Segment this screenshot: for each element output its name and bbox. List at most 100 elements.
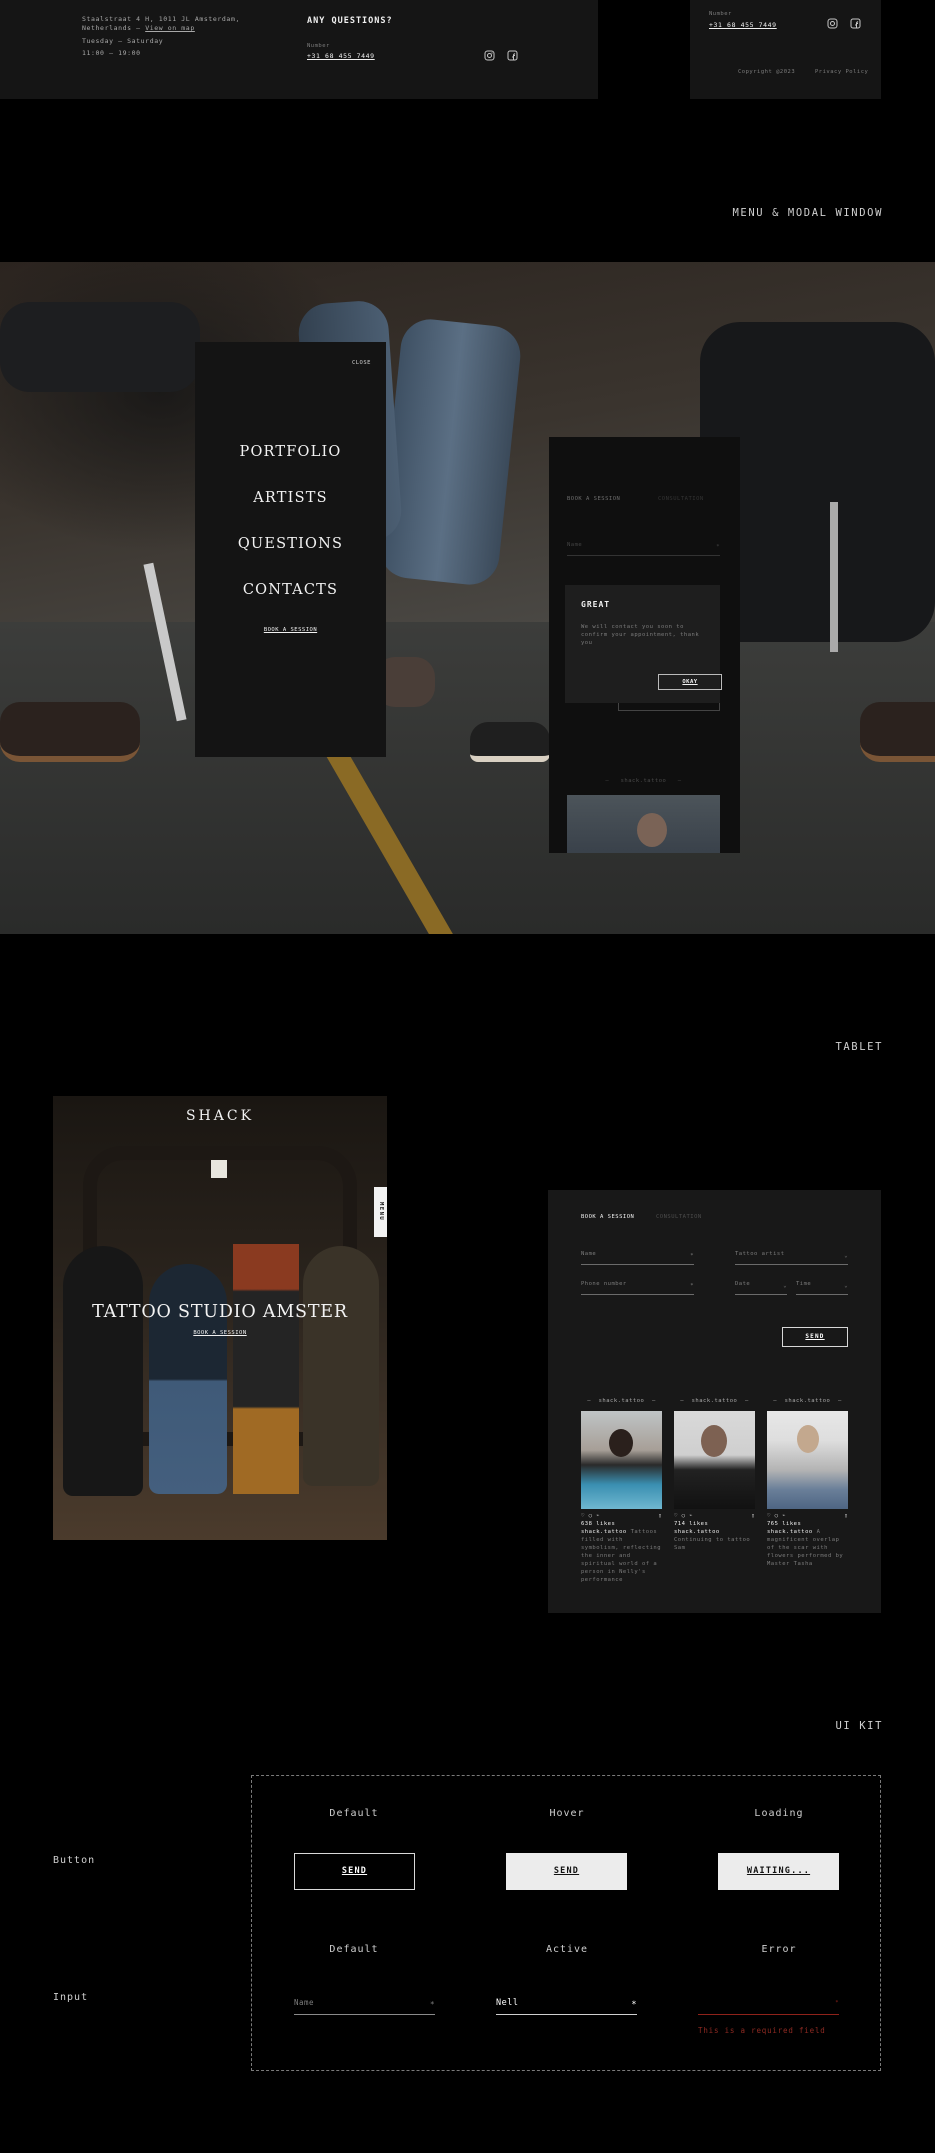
phone-link[interactable]: +31 68 455 7449 [709, 21, 777, 30]
tab-book-session[interactable]: BOOK A SESSION [567, 495, 620, 503]
popup-title: GREAT [581, 600, 611, 609]
tab-book-session[interactable]: BOOK A SESSION [581, 1213, 634, 1221]
tablet-hero-title: TATTOO STUDIO AMSTER [92, 1302, 348, 1322]
walking-person [149, 1264, 227, 1494]
name-placeholder: Name [581, 1251, 597, 1257]
privacy-policy-link[interactable]: Privacy Policy [815, 68, 868, 76]
menu-tab-label: MENU [378, 1202, 384, 1222]
insta-handle: — shack.tattoo — [773, 1398, 842, 1404]
date-placeholder: Date [735, 1281, 751, 1287]
menu-item-questions[interactable]: QUESTIONS [195, 536, 386, 552]
footer-mobile: Number +31 68 455 7449 Copyright @2023 P… [690, 0, 881, 99]
button-edge [618, 703, 720, 711]
insta-photo [567, 795, 720, 853]
instagram-icon[interactable] [484, 50, 495, 61]
phone-field[interactable]: Phone number * [581, 1281, 694, 1295]
name-placeholder: Name [567, 542, 583, 548]
post-user: shack.tattoo [767, 1529, 813, 1535]
date-select[interactable]: Date ⌄ [735, 1281, 787, 1295]
state-label: Active [545, 1944, 589, 1955]
input-error[interactable]: * [698, 1998, 839, 2015]
insta-post: — shack.tattoo — ♡ ◯ ➢ ▯ 638 likes shack.… [581, 1397, 662, 1584]
required-mark: * [631, 2000, 637, 2010]
footer-desktop: Staalstraat 4 H, 1011 JL Amsterdam, Neth… [0, 0, 598, 99]
insta-photo[interactable] [767, 1411, 848, 1509]
view-on-map-link[interactable]: View on map [145, 24, 195, 32]
tablet-logo[interactable]: SHACK [53, 1108, 387, 1124]
state-label: Default [329, 1944, 379, 1955]
section-title-menu-modal: MENU & MODAL WINDOW [732, 207, 883, 219]
sneaker [470, 722, 550, 762]
popup-message: We will contact you soon to confirm your… [581, 624, 700, 646]
insta-photo[interactable] [674, 1411, 755, 1509]
hero-photo [0, 262, 935, 934]
dark-pants [0, 302, 200, 392]
time-placeholder: Time [796, 1281, 812, 1287]
tablet-form-panel: BOOK A SESSION CONSULTATION Name * Tattoo… [548, 1190, 881, 1613]
input-default[interactable]: Name * [294, 1998, 435, 2015]
number-label: Number [307, 43, 330, 49]
post-actions: ♡ ◯ ➢ ▯ [767, 1512, 848, 1520]
insta-handle: — shack.tattoo — [680, 1398, 749, 1404]
instagram-icon[interactable] [827, 18, 838, 29]
tab-consultation[interactable]: CONSULTATION [658, 495, 704, 503]
insta-handle-text: shack.tattoo [598, 1398, 645, 1404]
heart-icon[interactable]: ♡ ◯ ➢ [767, 1512, 786, 1520]
menu-book-session-link[interactable]: BOOK A SESSION [195, 626, 386, 634]
insta-post: — shack.tattoo — ♡ ◯ ➢ ▯ 714 likes shack.… [674, 1397, 755, 1552]
heart-icon[interactable]: ♡ ◯ ➢ [674, 1512, 693, 1520]
required-mark: * [690, 1283, 694, 1289]
tablet-book-session-link[interactable]: BOOK A SESSION [53, 1329, 387, 1337]
tablet-menu-tab[interactable]: MENU [374, 1187, 387, 1237]
send-button-hover[interactable]: SEND [506, 1853, 627, 1890]
chevron-down-icon: ⌄ [844, 1253, 848, 1259]
facebook-icon[interactable] [850, 18, 861, 29]
ceiling-light [211, 1160, 227, 1178]
input-active[interactable]: Nell * [496, 1998, 637, 2015]
boot [0, 702, 140, 762]
menu-item-portfolio[interactable]: PORTFOLIO [195, 444, 386, 460]
popup-okay-button[interactable]: OKAY [658, 674, 722, 690]
post-caption: shack.tattoo A magnificent overlap of th… [767, 1528, 848, 1568]
heart-icon[interactable]: ♡ ◯ ➢ [581, 1512, 600, 1520]
copyright: Copyright @2023 [738, 69, 796, 75]
person-head [797, 1425, 819, 1453]
time-select[interactable]: Time ⌄ [796, 1281, 848, 1295]
name-field[interactable]: Name * [567, 542, 720, 556]
artist-placeholder: Tattoo artist [735, 1251, 785, 1257]
bookmark-icon[interactable]: ▯ [844, 1512, 848, 1520]
tattoo-artist-select[interactable]: Tattoo artist ⌄ [735, 1251, 848, 1265]
ui-kit-board: Default Hover Loading SEND SEND WAITING.… [251, 1775, 881, 2071]
menu-close-button[interactable]: CLOSE [352, 359, 371, 367]
ui-kit-label-button: Button [53, 1855, 96, 1866]
walking-person [63, 1246, 143, 1496]
insta-handle: — shack.tattoo — [605, 778, 682, 784]
chevron-down-icon: ⌄ [783, 1283, 787, 1289]
chair-leg [830, 502, 838, 652]
bookmark-icon[interactable]: ▯ [658, 1512, 662, 1520]
post-user: shack.tattoo [674, 1529, 720, 1535]
chevron-down-icon: ⌄ [844, 1283, 848, 1289]
number-label: Number [709, 11, 732, 17]
ui-kit-label-input: Input [53, 1992, 89, 2003]
send-button-loading[interactable]: WAITING... [718, 1853, 839, 1890]
input-value: Nell [496, 1998, 519, 2008]
tab-consultation[interactable]: CONSULTATION [656, 1213, 702, 1221]
send-button-default[interactable]: SEND [294, 1853, 415, 1890]
bookmark-icon[interactable]: ▯ [751, 1512, 755, 1520]
floor [0, 622, 935, 934]
menu-item-contacts[interactable]: CONTACTS [195, 582, 386, 598]
required-mark: * [835, 2000, 839, 2006]
menu-item-artists[interactable]: ARTISTS [195, 490, 386, 506]
opening-hours: 11:00 — 19:00 [82, 49, 141, 57]
send-button[interactable]: SEND [782, 1327, 848, 1347]
insta-photo[interactable] [581, 1411, 662, 1509]
phone-link[interactable]: +31 68 455 7449 [307, 52, 375, 61]
post-caption-text: Tattoos filled with symbolism, reflectin… [581, 1529, 662, 1583]
success-popup: GREAT We will contact you soon to confir… [565, 585, 722, 703]
required-mark: * [690, 1253, 694, 1259]
state-label: Default [329, 1808, 379, 1819]
facebook-icon[interactable] [507, 50, 518, 61]
person-head [701, 1425, 727, 1457]
name-field[interactable]: Name * [581, 1251, 694, 1265]
